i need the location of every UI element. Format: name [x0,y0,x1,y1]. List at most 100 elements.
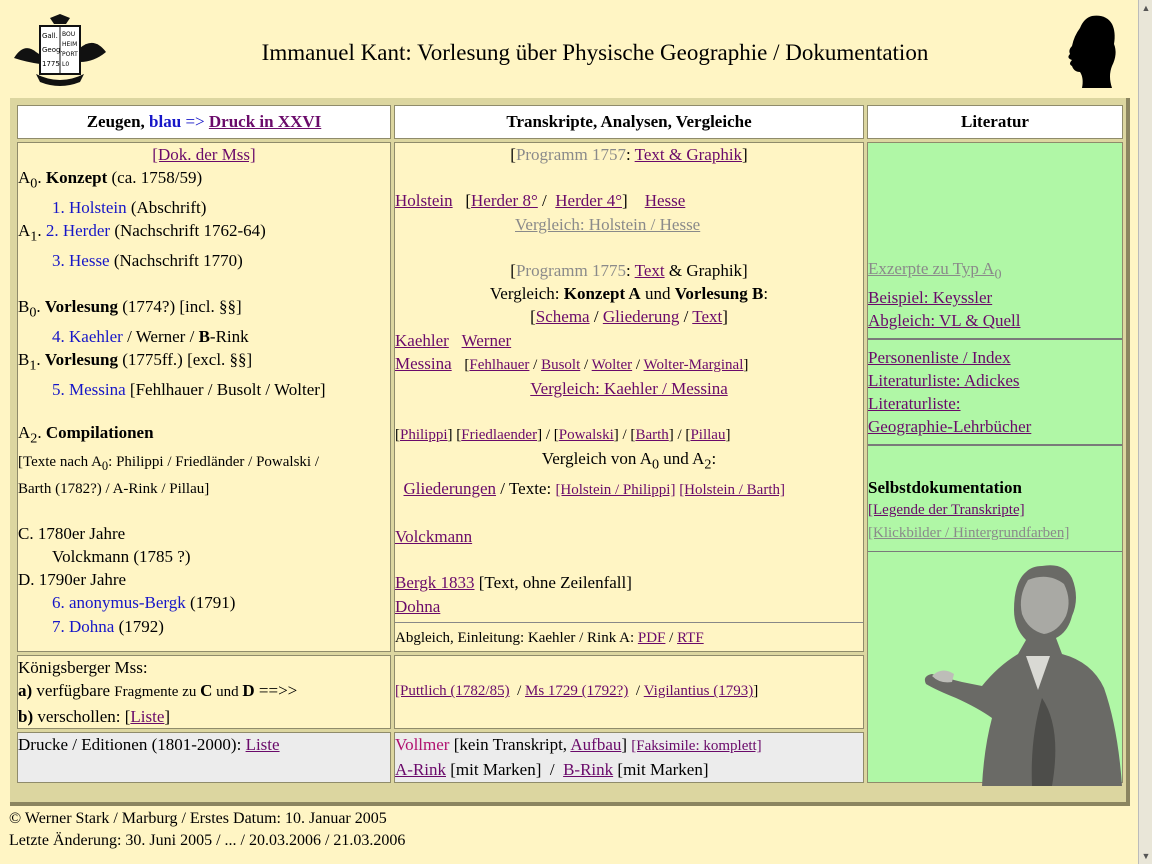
rink-row: A-Rink [mit Marken] / B-Rink [mit Marken… [395,760,709,780]
rtf-link[interactable]: RTF [677,630,704,646]
exzerpte-link[interactable]: Exzerpte zu Typ A0 [868,259,1002,282]
vk-t3: : [763,284,769,304]
bergk-witness-link[interactable]: 6. anonymus-Bergk [52,593,186,612]
hesse-witness-link[interactable]: 3. Hesse [52,251,110,270]
vigilantius-link[interactable]: Vigilantius (1793) [644,683,754,699]
messina-link[interactable]: Messina [395,354,452,373]
literaturliste-link[interactable]: Literaturliste: [868,394,961,413]
klickbilder-link[interactable]: [Klickbilder / Hintergrundfarben] [868,525,1069,541]
vollmer-name: Vollmer [395,735,450,754]
philippi-link[interactable]: Philippi [400,427,448,443]
aufbau-link[interactable]: Aufbau [570,735,621,754]
exzerpte-sub: 0 [994,266,1002,283]
literatur-divider-2 [868,444,1122,447]
busolt-link[interactable]: Busolt [541,357,580,373]
druck-xxvi-link[interactable]: Druck in XXVI [209,112,321,131]
zeugen-label: Zeugen, [86,112,145,131]
barth-link[interactable]: Barth [635,427,668,443]
bergk-rest-t: [Text, ohne Zeilenfall] [474,573,632,593]
pdf-link[interactable]: PDF [638,630,666,646]
a0-dot: . [37,168,46,188]
kaehler-witness-link[interactable]: 4. Kaehler [52,327,123,346]
koenigsberg-liste-link[interactable]: Liste [130,707,164,726]
legende-link[interactable]: [Legende der Transkripte] [868,502,1025,518]
vergleich-kaehler-messina-link[interactable]: Vergleich: Kaehler / Messina [530,379,727,398]
logo-text-4: BOU [62,31,75,38]
text-link[interactable]: Text [692,307,722,326]
messina-witness-link[interactable]: 5. Messina [52,380,126,399]
friedlaender-link[interactable]: Friedlaender [461,427,537,443]
dok-mss-link[interactable]: [Dok. der Mss] [152,145,255,164]
fehlhauer-link[interactable]: Fehlhauer [469,357,529,373]
scroll-up-arrow-icon[interactable]: ▲ [1140,2,1152,14]
vertical-scrollbar[interactable]: ▲ ▼ [1138,0,1152,864]
puttlich-link[interactable]: [Puttlich (1782/85) [395,683,510,699]
column-header-transkripte: Transkripte, Analysen, Vergleiche [394,105,864,139]
gliederung-link[interactable]: Gliederung [603,307,679,326]
geographie-lehrbuecher-link[interactable]: Geographie-Lehrbücher [868,417,1031,436]
herder8-link[interactable]: Herder 8° [471,191,538,210]
drucke-text: Drucke / Editionen (1801-2000): [18,735,246,754]
logo-text-1: Gall. [42,32,58,40]
holstein-barth-link[interactable]: [Holstein / Barth] [679,482,785,498]
programm1757-label: Programm 1757 [515,145,626,164]
beispiel-keyssler-link[interactable]: Beispiel: Keyssler [868,288,992,307]
ms1729-link[interactable]: Ms 1729 (1792?) [525,683,628,699]
text-graphik-1757-link[interactable]: Text & Graphik [635,145,742,164]
abgleich-vl-quell-link[interactable]: Abgleich: VL & Quell [868,311,1021,330]
footer-line-1: © Werner Stark / Marburg / Erstes Datum:… [9,810,387,827]
b0-dot: . [36,297,45,317]
a2-texte-line1: [Texte nach A0: Philippi / Friedländer /… [18,451,390,478]
drucke-liste-link[interactable]: Liste [246,735,280,754]
literaturliste-adickes-link[interactable]: Literaturliste: Adickes [868,371,1020,390]
dohna-witness-link[interactable]: 7. Dohna [52,617,114,636]
vergleich-kaehler-messina-row: Vergleich: Kaehler / Messina [395,377,863,400]
koenigsberg-a-row: a) verfügbare Fragmente zu C und D ==>> [18,679,390,704]
vollmer-t1: [kein Transkript, [449,735,571,754]
kaehler-rest: -Rink [209,326,249,346]
holstein-link[interactable]: Holstein [395,191,453,210]
a0-rest: (ca. 1758/59) [107,168,203,188]
d-row: D. 1790er Jahre [18,570,127,590]
scroll-down-arrow-icon[interactable]: ▼ [1140,850,1152,862]
personenliste-link[interactable]: Personenliste / Index [868,348,1011,367]
koenigsberg-links-row: [Puttlich (1782/85) / Ms 1729 (1792?) / … [395,683,759,700]
column-header-zeugen: Zeugen, blau => Druck in XXVI [17,105,391,139]
page-title: Immanuel Kant: Vorlesung über Physische … [261,40,929,65]
volckmann-row: Volckmann (1785 ?) [52,546,191,566]
b-rink-link[interactable]: B-Rink [563,760,613,779]
dohna-link[interactable]: Dohna [395,597,440,616]
a-rink-link[interactable]: A-Rink [395,760,446,779]
gliederungen-link[interactable]: Gliederungen [404,479,497,498]
hesse-row: 3. Hesse (Nachschrift 1770) [18,249,390,272]
schema-link[interactable]: Schema [536,307,590,326]
wolter-link[interactable]: Wolter [592,357,632,373]
volckmann-row-t: Volckmann [395,525,863,548]
bergk-link[interactable]: Bergk 1833 [395,573,475,592]
a2-texte-post: : Philippi / Friedländer / Powalski / [108,453,319,470]
messina-rest: [Fehlhauer / Busolt / Wolter] [125,379,326,399]
werner-link[interactable]: Werner [462,331,512,350]
text-1775-link[interactable]: Text [635,261,665,280]
vergleich-holstein-hesse-row: Vergleich: Holstein / Hesse [395,213,863,236]
gliederungen-row: Gliederungen / Texte: [Holstein / Philip… [395,477,863,502]
holstein-philippi-link[interactable]: [Holstein / Philippi] [555,482,675,498]
vk-t1: Vergleich: [489,284,564,304]
pillau-link[interactable]: Pillau [690,427,725,443]
vergleich-holstein-hesse-link[interactable]: Vergleich: Holstein / Hesse [515,215,700,234]
holstein-witness-link[interactable]: 1. Holstein [52,198,127,217]
kb-a-key: a) [18,681,33,701]
powalski-link[interactable]: Powalski [559,427,614,443]
herder-witness-link[interactable]: 2. Herder [46,221,110,240]
faksimile-link[interactable]: [Faksimile: komplett] [631,738,761,754]
wolter-marginal-link[interactable]: Wolter-Marginal [644,357,744,373]
herder4-link[interactable]: Herder 4° [555,191,622,210]
kaehler-link[interactable]: Kaehler [395,331,449,350]
holstein-herder-row: Holstein [Herder 8° / Herder 4°] Hesse [395,191,686,211]
volckmann-link[interactable]: Volckmann [395,527,472,546]
a1-row: A1. 2. Herder (Nachschrift 1762-64) [18,219,390,249]
b0-letter: B [18,297,30,317]
holstein-row: 1. Holstein (Abschrift) [18,196,390,219]
transkripte-cell: [Programm 1757: Text & Graphik] Holstein… [394,142,864,652]
hesse-link[interactable]: Hesse [645,191,686,210]
